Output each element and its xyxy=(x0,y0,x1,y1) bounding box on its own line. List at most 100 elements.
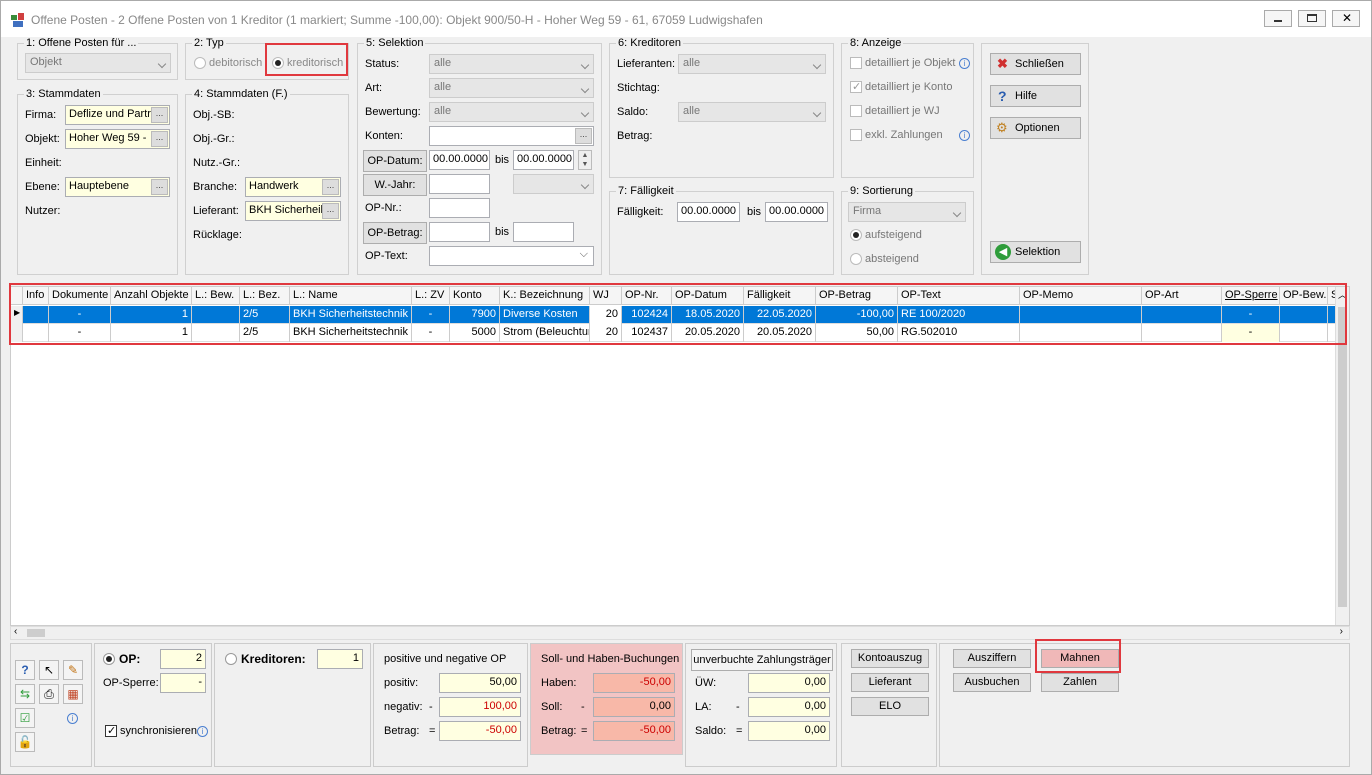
uw-value: 0,00 xyxy=(748,673,830,693)
detail-konto-checkbox[interactable]: ✓ xyxy=(850,81,862,93)
schliessen-label: Schließen xyxy=(1015,58,1064,70)
saldo-value: 0,00 xyxy=(748,721,830,741)
close-window-button[interactable]: ✕ xyxy=(1332,10,1360,27)
lieferant-browse-button[interactable]: ... xyxy=(322,203,339,219)
checkmark-icon: ✓ xyxy=(107,725,117,737)
op-sperre-field[interactable]: - xyxy=(160,673,206,693)
sortierung-select[interactable]: Firma xyxy=(848,202,966,222)
equals-sign: = xyxy=(429,725,436,737)
ausziffern-button[interactable]: Ausziffern xyxy=(953,649,1031,668)
op-text-field[interactable]: ⌵ xyxy=(429,246,594,266)
optionen-button[interactable]: ⚙ Optionen xyxy=(990,117,1081,139)
konten-field[interactable] xyxy=(429,126,594,146)
op-betrag-to[interactable] xyxy=(513,222,574,242)
schliessen-button[interactable]: ✖ Schließen xyxy=(990,53,1081,75)
op-datum-from[interactable]: 00.00.0000 xyxy=(429,150,490,170)
close-icon: ✖ xyxy=(997,56,1008,71)
op-radio[interactable] xyxy=(103,653,115,665)
selektion-button[interactable]: ◀ Selektion xyxy=(990,241,1081,263)
negativ-value: 100,00 xyxy=(439,697,521,717)
debitorisch-radio[interactable] xyxy=(194,57,206,69)
konten-browse-button[interactable]: ... xyxy=(575,128,592,144)
kontoauszug-button[interactable]: Kontoauszug xyxy=(851,649,929,668)
info-icon[interactable]: i xyxy=(959,58,970,69)
synchronisieren-label: synchronisieren xyxy=(120,725,198,737)
op-nr-label: OP-Nr.: xyxy=(365,202,402,214)
info-icon[interactable]: i xyxy=(67,713,78,724)
detail-objekt-checkbox[interactable] xyxy=(850,57,862,69)
info-icon[interactable]: i xyxy=(959,130,970,141)
betrag-value: -50,00 xyxy=(439,721,521,741)
firma-browse-button[interactable]: ... xyxy=(151,107,168,123)
la-label: LA: xyxy=(695,701,712,713)
objekt-browse-button[interactable]: ... xyxy=(151,131,168,147)
refresh-icon[interactable]: ⇆ xyxy=(15,684,35,704)
op-datum-button[interactable]: OP-Datum: xyxy=(363,150,427,172)
date-spinner[interactable]: ▲ ▼ xyxy=(578,150,592,170)
haben-value: -50,00 xyxy=(593,673,675,693)
faelligkeit-to[interactable]: 00.00.0000 xyxy=(765,202,828,222)
konten-label: Konten: xyxy=(365,130,403,142)
maximize-button[interactable] xyxy=(1298,10,1326,27)
positiv-label: positiv: xyxy=(384,677,419,689)
ebene-browse-button[interactable]: ... xyxy=(151,179,168,195)
status-select[interactable]: alle xyxy=(429,54,594,74)
lock-icon[interactable]: 🔓 xyxy=(15,732,35,752)
op-betrag-from[interactable] xyxy=(429,222,490,242)
op-betrag-button[interactable]: OP-Betrag: xyxy=(363,222,427,244)
kreditoren-radio[interactable] xyxy=(225,653,237,665)
pencil-icon[interactable]: ✎ xyxy=(63,660,83,680)
faelligkeit-label: Fälligkeit: xyxy=(617,206,664,218)
elo-button[interactable]: ELO xyxy=(851,697,929,716)
lieferanten-select[interactable]: alle xyxy=(678,54,826,74)
unverbuchte-zahlungstraeger-button[interactable]: unverbuchte Zahlungsträger xyxy=(691,649,833,671)
saldo-select[interactable]: alle xyxy=(678,102,826,122)
window-title: Offene Posten - 2 Offene Posten von 1 Kr… xyxy=(31,13,763,27)
help-icon[interactable]: ? xyxy=(15,660,35,680)
op-fuer-select[interactable]: Objekt xyxy=(25,53,171,73)
grid-icon[interactable]: ▦ xyxy=(63,684,83,704)
minimize-button[interactable] xyxy=(1264,10,1292,27)
check-icon[interactable]: ☑ xyxy=(15,708,35,728)
zahlen-button[interactable]: Zahlen xyxy=(1041,673,1119,692)
bewertung-select[interactable]: alle xyxy=(429,102,594,122)
aufsteigend-radio[interactable] xyxy=(850,229,862,241)
detail-wj-checkbox[interactable] xyxy=(850,105,862,117)
group-title: 7: Fälligkeit xyxy=(616,185,676,197)
firma-label: Firma: xyxy=(25,109,57,121)
synchronisieren-checkbox[interactable]: ✓ xyxy=(105,725,117,737)
group-title: 3: Stammdaten xyxy=(24,88,103,100)
exkl-zahlungen-checkbox[interactable] xyxy=(850,129,862,141)
group-title: 6: Kreditoren xyxy=(616,37,683,49)
equals-sign: = xyxy=(581,725,588,737)
report-buttons-panel: Kontoauszug Lieferant ELO xyxy=(841,643,937,767)
op-datum-to[interactable]: 00.00.0000 xyxy=(513,150,574,170)
hilfe-button[interactable]: ? Hilfe xyxy=(990,85,1081,107)
op-count: 2 xyxy=(160,649,206,669)
art-select[interactable]: alle xyxy=(429,78,594,98)
group-title: 2: Typ xyxy=(192,37,226,49)
cursor-icon[interactable]: ↖ xyxy=(39,660,59,680)
lieferant-button[interactable]: Lieferant xyxy=(851,673,929,692)
horizontal-scrollbar[interactable]: ‹ › xyxy=(10,626,1350,640)
aufsteigend-label: aufsteigend xyxy=(865,229,922,241)
uw-label: ÜW: xyxy=(695,677,717,689)
op-actions-panel: Ausziffern Mahnen Ausbuchen Zahlen xyxy=(939,643,1350,767)
absteigend-radio[interactable] xyxy=(850,253,862,265)
arrow-left-icon: ◀ xyxy=(995,244,1011,260)
minus-sign: - xyxy=(429,701,433,713)
branche-browse-button[interactable]: ... xyxy=(322,179,339,195)
app-icon xyxy=(11,13,24,27)
faelligkeit-from[interactable]: 00.00.0000 xyxy=(677,202,740,222)
info-icon[interactable]: i xyxy=(197,726,208,737)
w-jahr-field[interactable] xyxy=(429,174,490,194)
w-jahr-button[interactable]: W.-Jahr: xyxy=(363,174,427,196)
print-icon[interactable]: ⎙ xyxy=(39,684,59,704)
status-label: Status: xyxy=(365,58,400,70)
ausbuchen-button[interactable]: Ausbuchen xyxy=(953,673,1031,692)
op-nr-field[interactable] xyxy=(429,198,490,218)
op-label: OP: xyxy=(119,652,141,666)
branche-label: Branche: xyxy=(193,181,238,193)
toolbar-icons: ? ↖ ✎ ⇆ ⎙ ▦ ☑ i 🔓 xyxy=(10,643,92,767)
w-jahr-select[interactable] xyxy=(513,174,594,194)
